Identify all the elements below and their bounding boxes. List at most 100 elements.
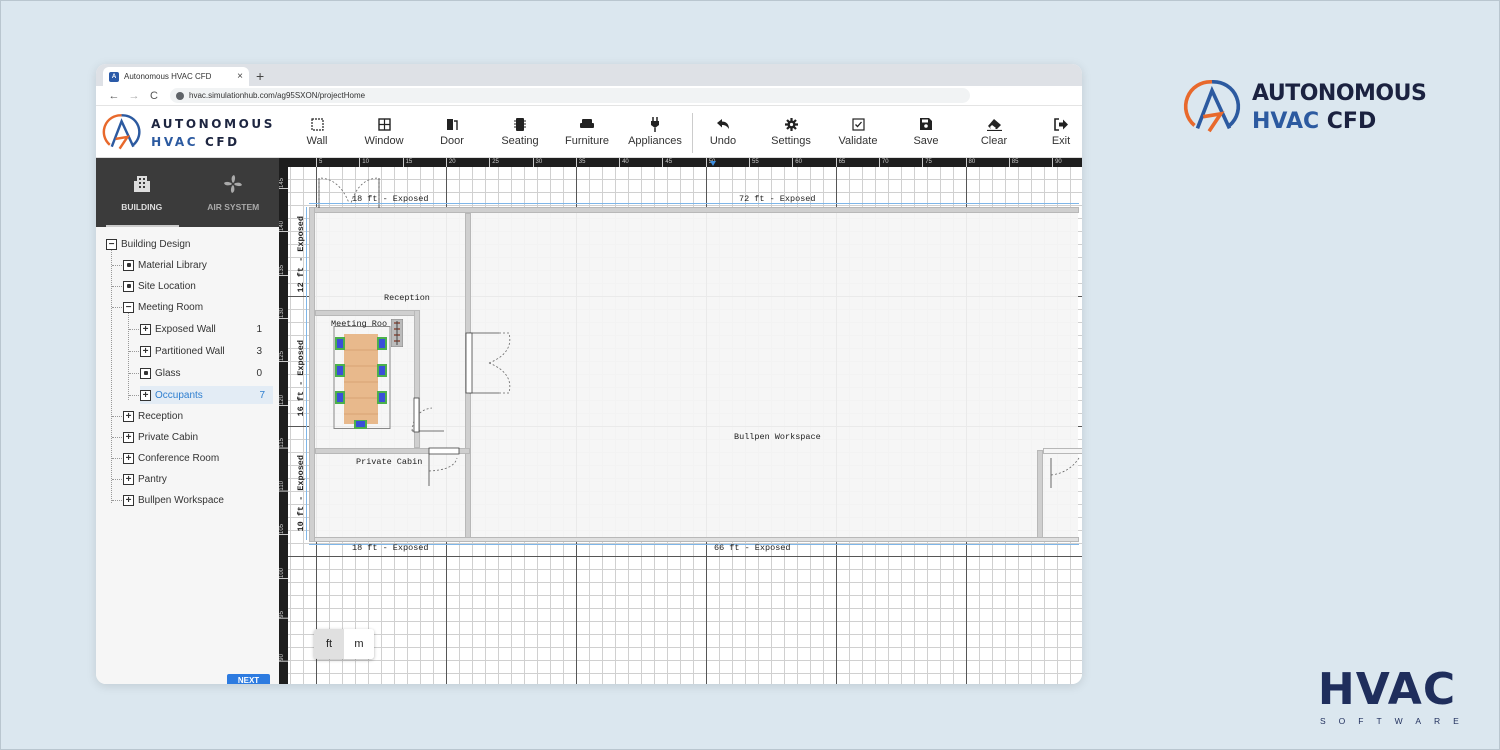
undo-button[interactable]: Undo (690, 115, 756, 147)
tree-guide (111, 250, 112, 503)
expand-icon[interactable]: + (140, 389, 151, 401)
ruler-top-tick: 60 (792, 158, 802, 167)
collapse-icon[interactable]: − (106, 238, 117, 250)
expand-icon[interactable]: + (123, 494, 134, 506)
tree-item-occupants[interactable]: + Occupants 7 (140, 386, 273, 404)
app-logo[interactable]: AUTONOMOUS HVAC CFD (100, 111, 275, 155)
tree-item-site-location[interactable]: Site Location (123, 277, 196, 295)
room-label-bullpen-workspace[interactable]: Bullpen Workspace (734, 432, 821, 442)
dimension-left-mid: 16 ft - Exposed (296, 340, 306, 417)
tree-item-reception[interactable]: + Reception (123, 407, 183, 425)
tree-item-partitioned-wall[interactable]: + Partitioned Wall 3 (140, 342, 270, 360)
site-info-icon[interactable] (176, 91, 184, 100)
ruler-left-tick: 125 (279, 351, 288, 363)
door-swing (488, 332, 511, 364)
tree-label: Conference Room (138, 452, 220, 464)
fan-icon (224, 175, 243, 193)
ruler-top-tick: 30 (532, 158, 542, 167)
forward-button[interactable]: → (124, 90, 144, 102)
hvac-wordmark: HVAC (1317, 664, 1457, 715)
tree-label: Occupants (155, 389, 203, 401)
exit-button[interactable]: Exit (1028, 115, 1082, 147)
furniture-button[interactable]: Furniture (554, 115, 620, 147)
address-bar-row: ← → C hvac.simulationhub.com/ag95SXON/pr… (96, 86, 1082, 106)
checkbox-icon (851, 117, 865, 131)
save-label: Save (913, 135, 939, 147)
ruler-top-tick: 35 (575, 158, 585, 167)
wall-icon (310, 117, 324, 131)
unit-ft-button[interactable]: ft (314, 629, 344, 659)
logo-line2-hvac: HVAC (151, 135, 205, 149)
wall-button[interactable]: Wall (284, 115, 350, 147)
floorplan-canvas[interactable]: 18 ft - Exposed 72 ft - Exposed 18 ft - … (279, 158, 1082, 684)
tree-item-private-cabin[interactable]: + Private Cabin (123, 428, 198, 446)
ruler-top-tick: 65 (835, 158, 845, 167)
reload-button[interactable]: C (144, 90, 164, 102)
tree-connector (129, 395, 139, 396)
new-tab-button[interactable]: + (256, 67, 264, 85)
settings-button[interactable]: Settings (758, 115, 824, 147)
tree-item-meeting-room[interactable]: − Meeting Room (123, 298, 203, 316)
dimension-left-bottom: 10 ft - Exposed (296, 455, 306, 532)
ruler-left-tick: 120 (279, 394, 288, 406)
room-label-reception[interactable]: Reception (384, 293, 430, 303)
seating-button[interactable]: Seating (487, 115, 553, 147)
back-button[interactable]: ← (104, 90, 124, 102)
tree-item-glass[interactable]: Glass 0 (140, 364, 270, 382)
ruler-top-tick: 45 (662, 158, 672, 167)
expand-icon[interactable]: + (140, 345, 151, 357)
room-label-private-cabin[interactable]: Private Cabin (356, 457, 422, 467)
tree-item-pantry[interactable]: + Pantry (123, 470, 167, 488)
expand-icon[interactable]: + (140, 323, 151, 335)
tree-item-building-design[interactable]: − Building Design (106, 235, 191, 253)
expand-icon[interactable]: + (123, 410, 134, 422)
unit-m-button[interactable]: m (344, 629, 374, 659)
door-swing (428, 457, 458, 472)
tree-item-bullpen-workspace[interactable]: + Bullpen Workspace (123, 491, 224, 509)
undo-label: Undo (709, 135, 737, 147)
exit-icon (1053, 117, 1068, 131)
tree-connector (112, 437, 122, 438)
tree-guide (128, 313, 129, 400)
tab-strip: A Autonomous HVAC CFD × + (96, 64, 1082, 86)
ruler-left-tick: 115 (279, 437, 288, 449)
clear-button[interactable]: Clear (961, 115, 1027, 147)
logo-line2-cfd: CFD (204, 135, 240, 149)
brand-logo-mark-icon (1183, 79, 1241, 133)
conference-table (344, 334, 378, 424)
next-button[interactable]: NEXT (227, 674, 270, 684)
door-button[interactable]: Door (419, 115, 485, 147)
leaf-icon (123, 259, 134, 271)
ruler-top-tick: 5 (316, 158, 322, 167)
collapse-icon[interactable]: − (123, 301, 134, 313)
tree-label: Partitioned Wall (155, 345, 225, 357)
expand-icon[interactable]: + (123, 452, 134, 464)
expand-icon[interactable]: + (123, 473, 134, 485)
ruler-top-tick: 40 (619, 158, 629, 167)
settings-label: Settings (771, 135, 811, 147)
ruler-left-tick: 130 (279, 307, 288, 319)
ruler-left-tick: 135 (279, 264, 288, 276)
tree-label: Site Location (138, 280, 196, 292)
dimension-top-right: 72 ft - Exposed (739, 194, 816, 204)
door-swing (488, 362, 511, 394)
tree-label: Meeting Room (138, 301, 204, 313)
tree-item-material-library[interactable]: Material Library (123, 256, 207, 274)
tree-count: 3 (256, 345, 262, 357)
url-field[interactable]: hvac.simulationhub.com/ag95SXON/projectH… (170, 88, 970, 103)
appliances-button[interactable]: Appliances (622, 115, 688, 147)
tree-item-exposed-wall[interactable]: + Exposed Wall 1 (140, 320, 270, 338)
close-tab-icon[interactable]: × (237, 71, 243, 82)
tree-label: Bullpen Workspace (138, 494, 224, 506)
room-label-meeting-room[interactable]: Meeting Roo (331, 319, 387, 329)
door-label: Door (440, 135, 464, 147)
tab-building[interactable]: BUILDING (96, 158, 188, 227)
tree-item-conference-room[interactable]: + Conference Room (123, 449, 219, 467)
window-button[interactable]: Window (351, 115, 417, 147)
tab-air-system[interactable]: AIR SYSTEM (188, 158, 280, 227)
browser-tab[interactable]: A Autonomous HVAC CFD × (103, 67, 249, 86)
expand-icon[interactable]: + (123, 431, 134, 443)
ruler-left: 145 140 135 130 125 120 115 110 105 100 95 90 (279, 158, 288, 684)
validate-button[interactable]: Validate (825, 115, 891, 147)
save-button[interactable]: Save (893, 115, 959, 147)
